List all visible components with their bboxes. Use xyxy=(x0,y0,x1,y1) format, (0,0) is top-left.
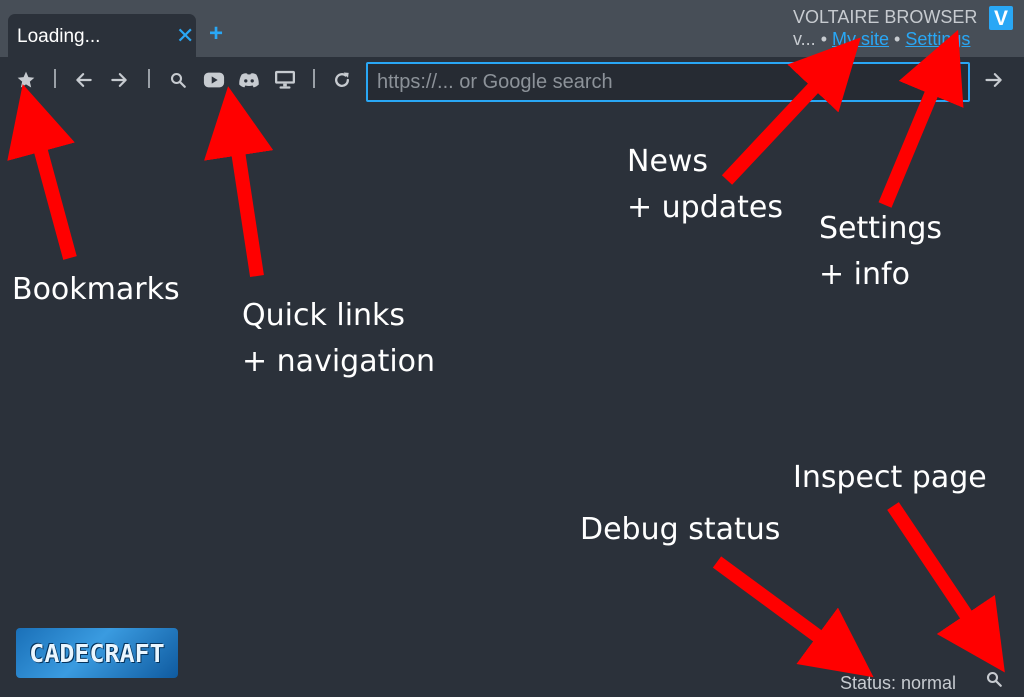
search-icon[interactable] xyxy=(166,57,190,103)
toolbar-divider xyxy=(148,69,150,88)
annotation-line: + navigation xyxy=(242,344,436,379)
arrow-debug xyxy=(712,556,874,678)
toolbar-divider xyxy=(54,69,56,88)
annotation-line: + updates xyxy=(627,190,784,225)
inspect-search-icon[interactable] xyxy=(982,667,1006,691)
annotation-bookmarks: Bookmarks xyxy=(12,272,180,307)
desktop-icon[interactable] xyxy=(272,57,298,103)
arrow-right-icon[interactable] xyxy=(107,57,131,103)
youtube-icon[interactable] xyxy=(201,57,227,103)
arrow-inspect xyxy=(887,502,1005,673)
version-label: v... xyxy=(793,29,816,49)
star-icon[interactable] xyxy=(14,57,38,103)
tab-loading[interactable]: Loading... ✕ xyxy=(8,14,196,57)
url-input[interactable] xyxy=(366,62,970,102)
arrow-left-icon[interactable] xyxy=(72,57,96,103)
arrow-bookmarks xyxy=(7,84,77,260)
brand-name: VOLTAIRE BROWSER xyxy=(793,7,978,27)
annotation-line: Settings xyxy=(819,211,943,246)
reload-icon[interactable] xyxy=(330,57,354,103)
annotation-debug: Debug status xyxy=(580,512,781,547)
logo-text: CADECRAFT xyxy=(29,638,165,668)
new-tab-button[interactable]: + xyxy=(209,22,223,46)
separator-dot: • xyxy=(894,29,901,49)
separator-dot: • xyxy=(820,29,827,49)
annotation-news: News + updates xyxy=(627,139,783,231)
annotation-line: + info xyxy=(819,257,910,292)
annotation-line: Quick links xyxy=(242,298,406,333)
arrow-quick-links xyxy=(204,86,274,278)
annotation-line: News xyxy=(627,144,709,179)
tab-close-icon[interactable]: ✕ xyxy=(176,23,194,49)
go-arrow-icon[interactable] xyxy=(982,57,1006,103)
annotation-inspect: Inspect page xyxy=(793,460,987,495)
brand-links: v... • My site • Settings xyxy=(793,29,970,50)
settings-link[interactable]: Settings xyxy=(905,29,970,49)
brand-logo-icon: V xyxy=(989,6,1013,30)
discord-icon[interactable] xyxy=(236,57,262,103)
annotation-quick-links: Quick links + navigation xyxy=(242,293,435,385)
tab-title: Loading... xyxy=(17,26,101,47)
toolbar-divider xyxy=(313,69,315,88)
my-site-link[interactable]: My site xyxy=(832,29,889,49)
cadecraft-logo[interactable]: CADECRAFT xyxy=(16,628,178,678)
annotation-settings: Settings + info xyxy=(819,206,942,298)
status-text: Status: normal xyxy=(840,673,957,693)
annotation-arrows xyxy=(7,29,1005,678)
